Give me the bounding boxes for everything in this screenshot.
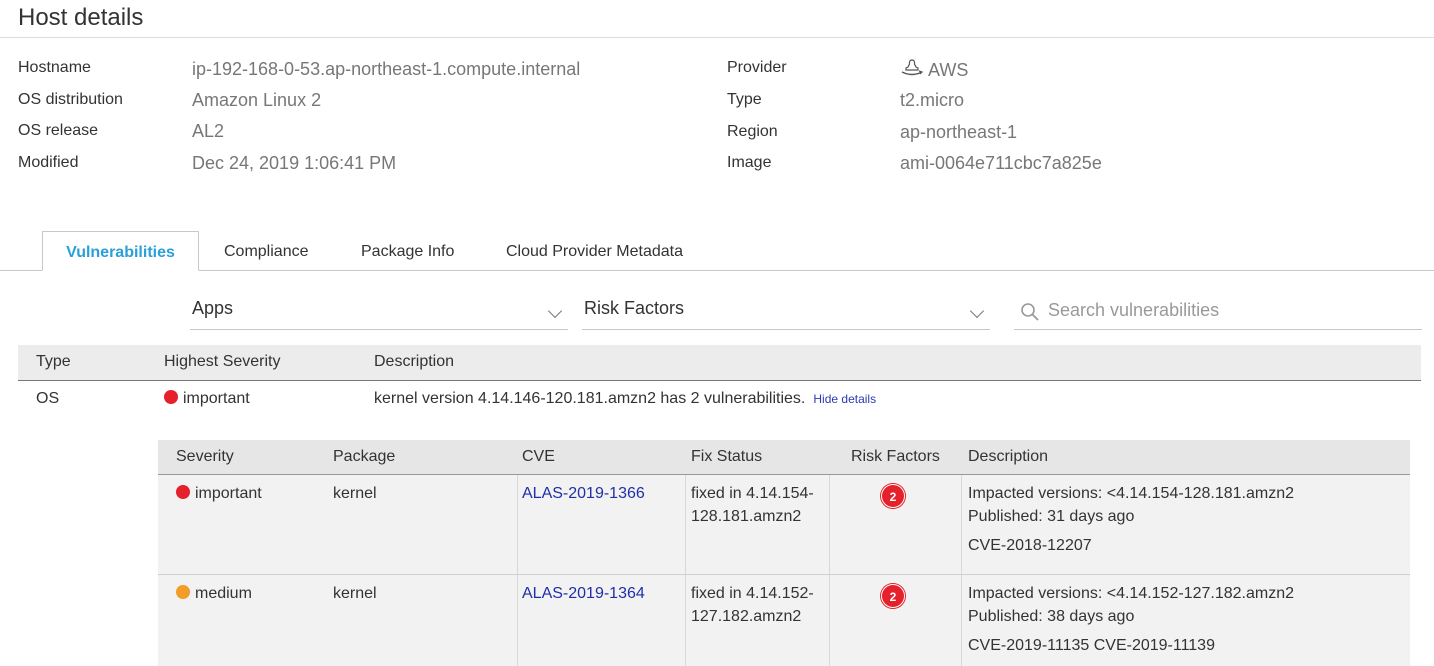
modified-value: Dec 24, 2019 1:06:41 PM <box>192 153 397 173</box>
cell-impacted-versions: Impacted versions: <4.14.152-127.182.amz… <box>968 585 1294 602</box>
tab-compliance[interactable]: Compliance <box>224 231 308 271</box>
region-value: ap-northeast-1 <box>900 122 1018 142</box>
cell-package: kernel <box>333 585 377 602</box>
severity-important-icon <box>164 390 178 404</box>
table-row: medium kernel ALAS-2019-1364 fixed in 4.… <box>158 575 1410 666</box>
tab-package-info-label: Package Info <box>361 243 455 260</box>
column-header-highest-severity: Highest Severity <box>164 353 281 370</box>
risk-factors-badge[interactable]: 2 <box>881 484 905 508</box>
cell-fix-status-line1: fixed in 4.14.152- <box>691 585 814 602</box>
aws-logo-icon <box>901 59 924 76</box>
cell-package: kernel <box>333 485 377 502</box>
tab-cloud-provider-metadata[interactable]: Cloud Provider Metadata <box>506 231 683 271</box>
risk-factors-dropdown-label: Risk Factors <box>584 298 685 318</box>
chevron-down-icon <box>547 303 563 319</box>
search-box <box>1014 292 1422 330</box>
provider-value: AWS <box>928 60 969 80</box>
os-release-label: OS release <box>18 122 99 139</box>
apps-dropdown[interactable]: Apps <box>190 292 568 330</box>
cve-link[interactable]: ALAS-2019-1366 <box>522 482 645 505</box>
tab-package-info[interactable]: Package Info <box>361 231 454 271</box>
column-header-severity: Severity <box>176 448 234 465</box>
row-severity: important <box>183 390 250 407</box>
risk-factors-dropdown[interactable]: Risk Factors <box>582 292 990 330</box>
cell-published: Published: 31 days ago <box>968 508 1135 525</box>
cell-published: Published: 38 days ago <box>968 608 1135 625</box>
cell-fix-status-line2: 127.182.amzn2 <box>691 608 802 625</box>
vulnerability-details-table: Severity Package CVE Fix Status Risk Fac… <box>158 440 1410 666</box>
tab-compliance-label: Compliance <box>224 243 309 260</box>
cell-severity: medium <box>195 585 252 602</box>
hide-details-link[interactable]: Hide details <box>813 392 876 406</box>
os-distribution-label: OS distribution <box>18 91 123 108</box>
table-row: important kernel ALAS-2019-1366 fixed in… <box>158 475 1410 575</box>
column-header-type: Type <box>36 353 71 370</box>
tab-cloud-provider-metadata-label: Cloud Provider Metadata <box>506 243 683 260</box>
hostname-label: Hostname <box>18 59 91 76</box>
type-value: t2.micro <box>900 90 965 110</box>
page-title: Host details <box>18 4 144 31</box>
column-header-cve: CVE <box>522 448 555 465</box>
cve-link[interactable]: ALAS-2019-1364 <box>522 582 645 605</box>
search-icon <box>1021 303 1039 321</box>
vulnerabilities-table-header: Type Highest Severity Description <box>18 345 1421 381</box>
chevron-down-icon <box>969 303 985 319</box>
cell-cve-ids: CVE-2018-12207 <box>968 537 1092 554</box>
risk-factors-badge[interactable]: 2 <box>881 584 905 608</box>
apps-dropdown-label: Apps <box>192 298 234 318</box>
region-label: Region <box>727 123 778 140</box>
row-description: kernel version 4.14.146-120.181.amzn2 ha… <box>374 390 806 407</box>
image-value: ami-0064e711cbc7a825e <box>900 153 1102 173</box>
cell-severity: important <box>195 485 262 502</box>
type-label: Type <box>727 91 762 108</box>
row-type: OS <box>36 390 60 407</box>
column-header-fix-status: Fix Status <box>691 448 763 465</box>
tab-vulnerabilities-label: Vulnerabilities <box>66 244 175 261</box>
details-table-header: Severity Package CVE Fix Status Risk Fac… <box>158 440 1410 475</box>
column-header-risk-factors: Risk Factors <box>851 448 940 465</box>
os-distribution-value: Amazon Linux 2 <box>192 90 322 110</box>
column-header-description: Description <box>374 353 455 370</box>
title-divider <box>0 37 1434 38</box>
severity-medium-icon <box>176 585 190 599</box>
cell-fix-status-line1: fixed in 4.14.154- <box>691 485 814 502</box>
image-label: Image <box>727 154 772 171</box>
provider-label: Provider <box>727 59 787 76</box>
cell-fix-status-line2: 128.181.amzn2 <box>691 508 802 525</box>
column-header-package: Package <box>333 448 396 465</box>
tab-vulnerabilities[interactable]: Vulnerabilities <box>42 231 199 271</box>
modified-label: Modified <box>18 154 79 171</box>
severity-important-icon <box>176 485 190 499</box>
column-header-description: Description <box>968 448 1049 465</box>
cell-cve-ids: CVE-2019-11135 CVE-2019-11139 <box>968 637 1215 654</box>
search-input[interactable] <box>1048 296 1408 324</box>
os-release-value: AL2 <box>192 121 225 141</box>
hostname-value: ip-192-168-0-53.ap-northeast-1.compute.i… <box>192 59 581 79</box>
tabs-divider <box>0 270 1434 271</box>
cell-impacted-versions: Impacted versions: <4.14.154-128.181.amz… <box>968 485 1294 502</box>
